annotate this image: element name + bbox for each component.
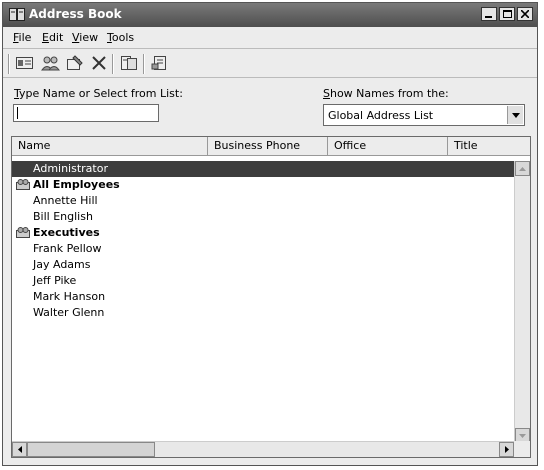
contact-row[interactable]: Administrator [12,161,514,177]
contact-row[interactable]: Bill English [12,209,514,225]
minimize-icon [485,16,492,18]
find-button[interactable] [119,55,139,71]
entry-name: Mark Hanson [33,290,106,303]
arrow-left-icon [17,446,22,453]
contact-row[interactable]: Annette Hill [12,193,514,209]
scroll-up-button[interactable] [515,161,530,176]
address-list[interactable]: Name Business Phone Office Title Adminis… [11,136,531,458]
menu-view[interactable]: View [72,31,98,44]
menu-view-rest: iew [79,31,99,44]
menu-bar: File Edit View Tools [3,29,537,47]
new-group-button[interactable] [41,55,61,71]
entry-name: Jeff Pike [33,274,77,287]
show-names-label-key: S [323,87,330,100]
menu-edit[interactable]: Edit [42,31,63,44]
entry-name: Executives [33,226,100,239]
show-names-label-rest: how Names from the: [329,87,449,100]
entry-list: Administrator All Employees Annette Hill Bi… [12,161,514,321]
column-header-business-phone[interactable]: Business Phone [208,137,328,155]
horizontal-scroll-thumb[interactable] [27,442,155,457]
delete-icon [92,56,106,70]
address-list-dropdown[interactable]: Global Address List [323,104,525,126]
address-list-selected: Global Address List [328,109,434,122]
contact-row[interactable]: Jeff Pike [12,273,514,289]
entry-name: Frank Pellow [33,242,102,255]
maximize-icon [502,10,512,18]
entry-name: Administrator [33,162,108,175]
address-book-window: Address Book File Edit View Tools Type N… [2,2,538,466]
toolbar-separator [143,54,145,74]
arrow-down-icon [519,433,526,438]
add-to-contacts-button[interactable] [150,55,170,71]
contact-row[interactable]: Walter Glenn [12,305,514,321]
delete-button[interactable] [89,55,109,71]
new-entry-icon [16,57,33,69]
search-label: Type Name or Select from List: [14,87,183,100]
dropdown-button[interactable] [507,106,523,124]
close-icon [521,10,529,18]
search-label-rest: ype Name or Select from List: [19,87,183,100]
group-row[interactable]: All Employees [12,177,514,193]
column-header-title[interactable]: Title [448,137,530,155]
menu-edit-rest: dit [48,31,64,44]
contact-row[interactable]: Jay Adams [12,257,514,273]
minimize-button[interactable] [481,7,497,21]
window-title: Address Book [29,7,122,21]
menu-tools[interactable]: Tools [107,31,134,44]
scroll-right-button[interactable] [499,442,514,457]
column-header-office[interactable]: Office [328,137,448,155]
entry-name: Bill English [33,210,93,223]
maximize-button[interactable] [499,7,515,21]
menu-edit-key: E [42,31,49,44]
toolbar-separator [8,54,10,74]
properties-icon [67,55,83,70]
vertical-scrollbar[interactable] [514,161,530,443]
entry-name: Annette Hill [33,194,98,207]
chevron-down-icon [511,112,520,118]
group-row[interactable]: Executives [12,225,514,241]
entry-name: All Employees [33,178,120,191]
new-entry-button[interactable] [15,55,35,71]
entry-name: Walter Glenn [33,306,105,319]
add-to-contacts-icon [151,56,166,70]
menu-file[interactable]: File [13,31,31,44]
column-header-name[interactable]: Name [12,137,208,155]
menu-tools-rest: ools [111,31,135,44]
contact-row[interactable]: Frank Pellow [12,241,514,257]
title-bar[interactable]: Address Book [3,3,537,27]
toolbar [3,48,537,78]
arrow-right-icon [504,446,509,453]
scrollbar-corner [514,441,530,457]
scroll-left-button[interactable] [12,442,27,457]
entry-name: Jay Adams [33,258,91,271]
close-button[interactable] [517,7,533,21]
toolbar-separator [112,54,114,74]
arrow-up-icon [519,166,526,171]
properties-button[interactable] [65,55,85,71]
show-names-label: Show Names from the: [323,87,449,100]
horizontal-scrollbar[interactable] [12,441,514,457]
menu-file-rest: ile [18,31,32,44]
contact-row[interactable]: Mark Hanson [12,289,514,305]
new-group-icon [41,56,60,71]
column-header-row: Name Business Phone Office Title [12,137,530,156]
text-caret [17,107,18,119]
address-book-icon [9,8,25,24]
find-icon [121,56,137,70]
search-input[interactable] [13,104,159,122]
